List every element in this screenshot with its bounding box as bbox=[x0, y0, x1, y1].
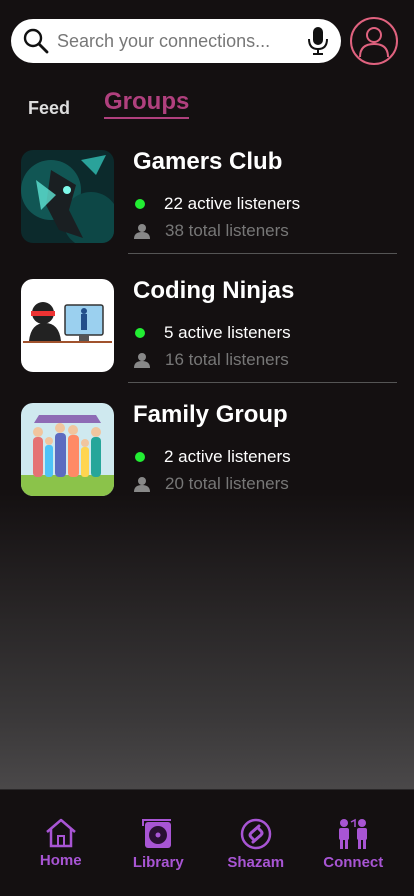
home-icon bbox=[45, 818, 76, 848]
profile-avatar[interactable] bbox=[350, 17, 398, 65]
online-dot-icon bbox=[135, 328, 145, 338]
microphone-icon[interactable] bbox=[307, 26, 329, 56]
total-count-text: 16 total listeners bbox=[165, 350, 289, 369]
active-listeners: 22 active listeners bbox=[135, 194, 300, 214]
total-count-text: 20 total listeners bbox=[165, 474, 289, 493]
group-thumbnail bbox=[21, 279, 114, 372]
nav-connect-label: Connect bbox=[323, 854, 384, 871]
group-name: Family Group bbox=[133, 401, 288, 428]
search-input[interactable]: Search your connections... bbox=[57, 31, 307, 52]
active-count-text: 22 active listeners bbox=[164, 194, 301, 213]
nav-home-label: Home bbox=[39, 852, 82, 869]
group-thumbnail bbox=[21, 403, 114, 496]
group-name: Gamers Club bbox=[133, 148, 283, 175]
total-count-text: 38 total listeners bbox=[165, 221, 289, 240]
nav-home[interactable]: Home bbox=[26, 818, 96, 896]
nav-connect[interactable]: Connect bbox=[318, 818, 388, 896]
group-item-gamers-club[interactable]: Gamers Club 22 active listeners 38 total… bbox=[21, 148, 397, 254]
nav-library[interactable]: Library bbox=[123, 818, 193, 896]
online-dot-icon bbox=[135, 452, 145, 462]
group-thumbnail bbox=[21, 150, 114, 243]
tab-bar: Feed Groups bbox=[28, 88, 190, 119]
divider bbox=[128, 253, 397, 254]
divider bbox=[128, 382, 397, 383]
nav-shazam-label: Shazam bbox=[227, 854, 285, 871]
active-count-text: 5 active listeners bbox=[164, 323, 291, 342]
person-icon bbox=[134, 477, 150, 492]
total-listeners: 16 total listeners bbox=[133, 350, 289, 370]
nav-shazam[interactable]: Shazam bbox=[221, 818, 291, 896]
nav-library-label: Library bbox=[132, 854, 184, 871]
active-count-text: 2 active listeners bbox=[164, 447, 291, 466]
library-icon bbox=[142, 819, 172, 848]
user-icon bbox=[359, 27, 389, 58]
group-item-family-group[interactable]: Family Group 2 active listeners 20 total… bbox=[21, 401, 397, 503]
tab-feed[interactable]: Feed bbox=[28, 98, 70, 119]
person-icon bbox=[134, 353, 150, 368]
shazam-icon bbox=[240, 818, 271, 850]
group-item-coding-ninjas[interactable]: Coding Ninjas 5 active listeners 16 tota… bbox=[21, 277, 397, 383]
active-listeners: 2 active listeners bbox=[135, 447, 291, 467]
search-icon bbox=[23, 28, 49, 54]
connect-icon bbox=[339, 818, 368, 849]
person-icon bbox=[134, 224, 150, 239]
bottom-navigation: Home Library Shazam Connect bbox=[0, 789, 414, 896]
tab-groups[interactable]: Groups bbox=[104, 88, 190, 119]
total-listeners: 20 total listeners bbox=[133, 474, 289, 494]
search-bar[interactable]: Search your connections... bbox=[11, 19, 341, 63]
online-dot-icon bbox=[135, 199, 145, 209]
active-listeners: 5 active listeners bbox=[135, 323, 291, 343]
group-name: Coding Ninjas bbox=[133, 277, 295, 304]
total-listeners: 38 total listeners bbox=[133, 221, 289, 241]
